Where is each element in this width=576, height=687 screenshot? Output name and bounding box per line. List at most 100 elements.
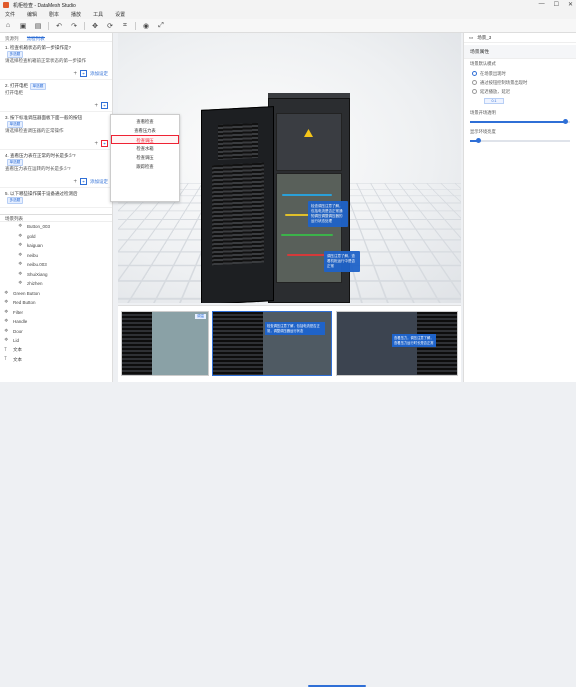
link-icon[interactable]: ⚭: [80, 178, 87, 185]
scene-thumbnail[interactable]: 调温: [121, 311, 209, 376]
tree-item[interactable]: T 文本: [4, 346, 112, 356]
context-menu-item[interactable]: 跟踪检查: [111, 162, 179, 171]
tree-item-label: zhizhen: [27, 281, 43, 287]
radio-option[interactable]: 延迟播放，延迟: [464, 87, 576, 96]
tree-item-label: Green Button: [13, 290, 40, 296]
save-icon[interactable]: ▣: [18, 21, 28, 31]
rotate-icon[interactable]: ⟳: [105, 21, 115, 31]
save-as-icon[interactable]: ▤: [33, 21, 43, 31]
radio-label: 在场景出现时: [480, 70, 506, 76]
tree-item-label: Filter: [13, 309, 23, 315]
menu-script[interactable]: 剧本: [49, 11, 59, 18]
callout-label[interactable]: 检查调压注意了解，包括电流是否正常通知调压调整调压器的运行状态处理: [308, 201, 348, 227]
step-item[interactable]: 1. 检查机箱状态的第一步操作是?多选题 请选择检查机箱前正常状态的第一步操作 …: [0, 42, 112, 80]
step-item[interactable]: 4. 查看压力表在正常的时长是多少?单选题 查看压力表在运转的时长是多少? + ⚭…: [0, 150, 112, 188]
thumb-cabinet: [213, 312, 263, 375]
add-setting-link[interactable]: 添加设定: [90, 179, 108, 185]
minimize-button[interactable]: —: [539, 1, 545, 8]
menu-file[interactable]: 文件: [5, 11, 15, 18]
radio-option[interactable]: 通过按钮控制场景出现时: [464, 78, 576, 87]
mesh-icon: ❖: [18, 251, 23, 258]
title-bar: 机柜检查 - DataMesh Studio — ☐ ✕: [0, 0, 576, 10]
tree-item[interactable]: ❖ Lid: [4, 336, 112, 346]
tree-item[interactable]: ❖ ShuiXiang: [4, 270, 112, 280]
link-icon[interactable]: ⚭: [101, 102, 108, 109]
left-panel: 资源列 流程列表 1. 检查机箱状态的第一步操作是?多选题 请选择检查机箱前正常…: [0, 33, 113, 382]
context-menu-item-selected[interactable]: 检查调压: [111, 135, 179, 144]
tree-item[interactable]: ❖ Handle: [4, 317, 112, 327]
maximize-icon[interactable]: ⤢: [156, 21, 166, 31]
toolbar: ⌂ ▣ ▤ ↶ ↷ ✥ ⟳ ⌗ ◉ ⤢: [0, 19, 576, 33]
add-icon[interactable]: +: [73, 179, 77, 185]
context-menu-item[interactable]: 检查调压: [111, 153, 179, 162]
scene-thumbnail-selected[interactable]: 检查调压注意了解，包括电流是否正常，调整调压器运行状态: [212, 311, 332, 376]
step-item[interactable]: 3. 按下标准调压器面板下面一般的按钮单选题 请选择检查调压器的正常操作 + ⚭: [0, 112, 112, 150]
callout-label[interactable]: 调压注意了解，查看机柜运行中是否正常: [324, 251, 360, 272]
context-menu-item[interactable]: 查看压力表: [111, 126, 179, 135]
cabinet-door[interactable]: [201, 106, 274, 303]
tree-item[interactable]: ❖ kaiguan: [4, 241, 112, 251]
radio-option[interactable]: 在场景出现时: [464, 69, 576, 78]
tree-item-label: Handle: [13, 319, 28, 325]
tree-item[interactable]: ❖ Filter: [4, 308, 112, 318]
step-title: 5. 以下哪些操作属于设备通过检测后: [5, 191, 78, 196]
context-menu-item[interactable]: 检查水箱: [111, 144, 179, 153]
add-icon[interactable]: +: [73, 71, 77, 77]
mesh-icon: ❖: [4, 318, 9, 325]
crop-icon[interactable]: ⌗: [120, 21, 130, 31]
tab-flow-list[interactable]: 流程列表: [26, 36, 45, 41]
radio-label: 通过按钮控制场景出现时: [480, 79, 528, 85]
step-item[interactable]: 5. 以下哪些操作属于设备通过检测后多选题: [0, 188, 112, 208]
thumb-cabinet: [122, 312, 152, 375]
home-icon[interactable]: ⌂: [3, 21, 13, 31]
toolbar-divider: [135, 21, 136, 30]
tree-item[interactable]: ❖ Red Button: [4, 298, 112, 308]
tree-item[interactable]: ❖ Button_003: [4, 222, 112, 232]
undo-icon[interactable]: ↶: [54, 21, 64, 31]
step-badge: 单选题: [30, 83, 46, 90]
add-icon[interactable]: +: [94, 141, 98, 147]
step-description: 请选择检查机箱前正常状态的第一步操作: [5, 57, 86, 63]
tree-item[interactable]: ❖ gold: [4, 232, 112, 242]
scene-thumbnail[interactable]: 查看压力，调压注意了解，查看压力运行时长是否正常: [336, 311, 458, 376]
step-description: 查看压力表在运转的时长是多少?: [5, 165, 71, 171]
tree-item[interactable]: ❖ Door: [4, 327, 112, 337]
delay-input[interactable]: 0.1: [484, 98, 504, 104]
tree-item[interactable]: ❖ zhizhen: [4, 279, 112, 289]
menu-tools[interactable]: 工具: [93, 11, 103, 18]
radio-unchecked-icon: [472, 80, 477, 85]
window-title: 机柜检查 - DataMesh Studio: [13, 2, 76, 9]
link-icon[interactable]: ⚭: [80, 70, 87, 77]
add-setting-link[interactable]: 添加设定: [90, 71, 108, 77]
tree-item[interactable]: T 文本: [4, 355, 112, 365]
move-icon[interactable]: ✥: [90, 21, 100, 31]
close-button[interactable]: ✕: [568, 1, 573, 8]
brightness-slider[interactable]: [470, 138, 570, 143]
door-vent-lower: [212, 162, 264, 266]
redo-icon[interactable]: ↷: [69, 21, 79, 31]
menu-play[interactable]: 播放: [71, 11, 81, 18]
thumb-label: 调温: [195, 314, 206, 319]
menu-settings[interactable]: 设置: [115, 11, 125, 18]
radio-unchecked-icon: [472, 89, 477, 94]
mesh-icon: ❖: [4, 289, 9, 296]
tree-item-label: Red Button: [13, 300, 36, 306]
add-icon[interactable]: +: [94, 103, 98, 109]
menu-edit[interactable]: 编辑: [27, 11, 37, 18]
link-icon[interactable]: ⚭: [101, 140, 108, 147]
slider-knob[interactable]: [562, 119, 568, 124]
step-badge: 单选题: [7, 159, 23, 166]
context-menu-item[interactable]: 查看检查: [111, 117, 179, 126]
tree-item[interactable]: ❖ neibu: [4, 251, 112, 261]
scene-list-header: 场景列表: [0, 214, 112, 222]
tree-item[interactable]: ❖ Green Button: [4, 289, 112, 299]
tab-resources[interactable]: 资源列: [5, 36, 19, 41]
camera-icon[interactable]: ◉: [141, 21, 151, 31]
maximize-button[interactable]: ☐: [554, 1, 559, 8]
tree-item-label: 文本: [13, 347, 22, 353]
step-item[interactable]: 2. 打开电柜 单选题 打开电柜 + ⚭: [0, 80, 112, 112]
cabinet-control-panel[interactable]: [276, 113, 342, 171]
tree-item[interactable]: ❖ neibu.003: [4, 260, 112, 270]
opacity-slider[interactable]: [470, 119, 570, 124]
slider-knob[interactable]: [475, 138, 481, 143]
